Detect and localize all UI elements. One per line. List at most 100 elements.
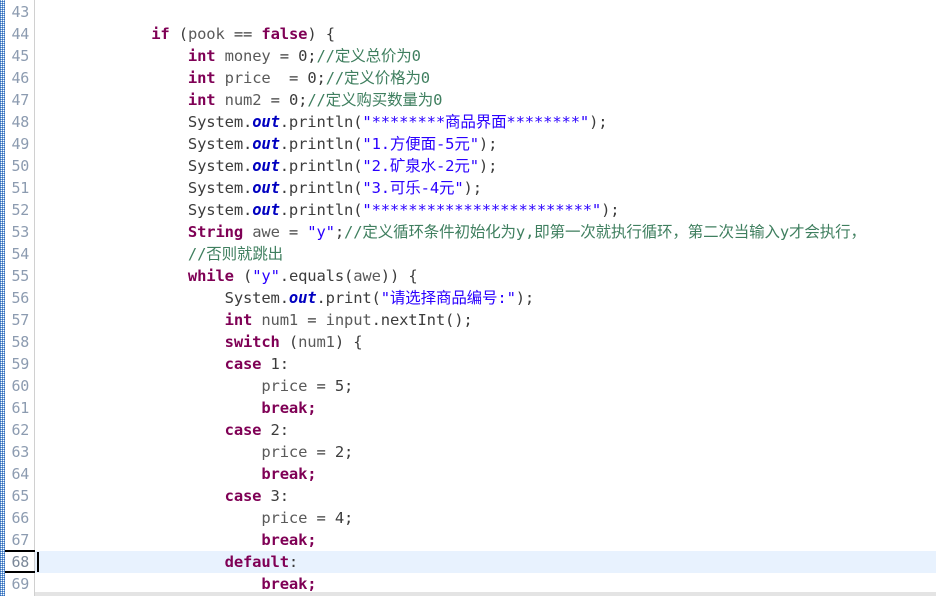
code-token-cmt: //定义总价为0 <box>316 47 421 65</box>
code-token-pln: 2: <box>261 421 290 439</box>
code-token-pln <box>41 465 261 483</box>
line-number[interactable]: 61 <box>5 397 34 419</box>
code-token-pln: : <box>288 553 299 571</box>
code-token-pln <box>41 245 188 263</box>
line-number[interactable]: 56 <box>5 287 34 309</box>
code-token-pln: ( <box>233 267 253 285</box>
code-line[interactable]: System.out.print("请选择商品编号:"); <box>35 287 936 309</box>
code-token-pln <box>215 91 224 109</box>
line-number[interactable]: 48 <box>5 111 34 133</box>
code-line[interactable]: price = 5; <box>35 375 936 397</box>
code-line[interactable]: case 1: <box>35 353 936 375</box>
code-line[interactable]: while ("y".equals(awe)) { <box>35 265 936 287</box>
code-line[interactable]: int money = 0;//定义总价为0 <box>35 45 936 67</box>
code-line[interactable]: int price = 0;//定义价格为0 <box>35 67 936 89</box>
line-number[interactable]: 55 <box>5 265 34 287</box>
code-token-pln: = <box>270 47 299 65</box>
code-line[interactable]: case 3: <box>35 485 936 507</box>
code-token-pln: ); <box>478 157 498 175</box>
line-number[interactable]: 44 <box>5 23 34 45</box>
code-line[interactable]: price = 2; <box>35 441 936 463</box>
code-token-pln: = <box>298 311 326 329</box>
code-line[interactable]: break; <box>35 529 936 551</box>
line-number[interactable]: 45 <box>5 45 34 67</box>
code-token-pln <box>243 223 252 241</box>
code-token-var: price <box>224 69 271 87</box>
code-token-pln <box>41 443 261 461</box>
code-token-str: "请选择商品编号:" <box>380 289 516 307</box>
code-line[interactable]: System.out.println("********************… <box>35 199 936 221</box>
line-number[interactable]: 58 <box>5 331 34 353</box>
code-token-kw: break; <box>261 465 317 483</box>
code-line[interactable]: System.out.println("1.方便面-5元"); <box>35 133 936 155</box>
line-number[interactable]: 64 <box>5 463 34 485</box>
line-number-gutter[interactable]: 43 44 45 46 47 48 49 50 51 52 53 54 55 56 57 58 59 60 61 62… <box>5 0 35 596</box>
line-number[interactable]: 62 <box>5 419 34 441</box>
code-token-pln: .println( <box>279 113 363 131</box>
line-number[interactable]: 46 <box>5 67 34 89</box>
code-token-var: price <box>261 443 308 461</box>
line-number[interactable]: 63 <box>5 441 34 463</box>
code-token-str: "1.方便面-5元" <box>362 135 479 153</box>
line-number[interactable]: 66 <box>5 507 34 529</box>
code-token-pln: ); <box>515 289 535 307</box>
code-line[interactable]: System.out.println("2.矿泉水-2元"); <box>35 155 936 177</box>
code-token-pln: = 4; <box>307 509 354 527</box>
code-token-pln: ) { <box>307 25 335 43</box>
code-line[interactable]: if (pook == false) { <box>35 23 936 45</box>
code-token-pln: .equals( <box>279 267 354 285</box>
line-number[interactable]: 67 <box>5 529 34 551</box>
code-line[interactable]: int num2 = 0;//定义购买数量为0 <box>35 89 936 111</box>
code-token-pln: ); <box>601 201 620 219</box>
code-token-var: num1 <box>298 333 335 351</box>
code-token-pln: .println( <box>279 135 363 153</box>
code-token-pln <box>41 201 188 219</box>
line-number[interactable]: 59 <box>5 353 34 375</box>
code-token-cmt: //否则就跳出 <box>187 245 284 263</box>
code-token-kw: case <box>224 487 262 505</box>
line-number[interactable]: 65 <box>5 485 34 507</box>
line-number[interactable]: 53 <box>5 221 34 243</box>
code-token-kw: default <box>224 553 289 571</box>
line-number[interactable]: 51 <box>5 177 34 199</box>
code-token-pln: ( <box>169 25 188 43</box>
code-token-pln <box>215 69 224 87</box>
code-token-pln: ; <box>334 223 345 241</box>
code-line[interactable]: String awe = "y";//定义循环条件初始化为y,即第一次就执行循环… <box>35 221 936 243</box>
code-token-var: input <box>325 311 372 329</box>
line-number[interactable]: 49 <box>5 133 34 155</box>
code-line[interactable]: int num1 = input.nextInt(); <box>35 309 936 331</box>
code-line[interactable] <box>35 1 936 23</box>
line-number[interactable]: 50 <box>5 155 34 177</box>
code-editor[interactable]: 43 44 45 46 47 48 49 50 51 52 53 54 55 56 57 58 59 60 61 62… <box>0 0 936 596</box>
line-number[interactable]: 68 <box>5 551 34 573</box>
code-line[interactable]: System.out.println("3.可乐-4元"); <box>35 177 936 199</box>
line-number[interactable]: 52 <box>5 199 34 221</box>
code-token-pln: System. <box>187 179 253 197</box>
code-line[interactable]: switch (num1) { <box>35 331 936 353</box>
code-token-cmt: //定义循环条件初始化为y,即第一次就执行循环，第二次当输入y才会执行， <box>344 223 866 241</box>
code-token-str: "************************" <box>362 201 602 219</box>
code-token-pln <box>41 575 261 593</box>
code-text-area[interactable]: if (pook == false) { int money = 0;//定义总… <box>35 0 936 596</box>
code-token-pln <box>41 289 225 307</box>
line-number[interactable]: 43 <box>5 1 34 23</box>
code-token-pln: .println( <box>279 157 363 175</box>
code-token-pln: = 2; <box>307 443 354 461</box>
line-number[interactable]: 54 <box>5 243 34 265</box>
code-token-pln: ); <box>589 113 608 131</box>
code-line[interactable]: //否则就跳出 <box>35 243 936 265</box>
code-token-pln <box>41 25 151 43</box>
code-line[interactable]: break; <box>35 463 936 485</box>
line-number[interactable]: 69 <box>5 573 34 595</box>
line-number[interactable]: 57 <box>5 309 34 331</box>
code-line[interactable]: break; <box>35 397 936 419</box>
code-line[interactable]: price = 4; <box>35 507 936 529</box>
line-number[interactable]: 47 <box>5 89 34 111</box>
line-number[interactable]: 60 <box>5 375 34 397</box>
code-line[interactable]: System.out.println("********商品界面********… <box>35 111 936 133</box>
code-line-current[interactable]: default: <box>35 551 936 573</box>
code-token-pln <box>41 355 225 373</box>
code-token-fld: out <box>252 157 280 175</box>
code-line[interactable]: case 2: <box>35 419 936 441</box>
